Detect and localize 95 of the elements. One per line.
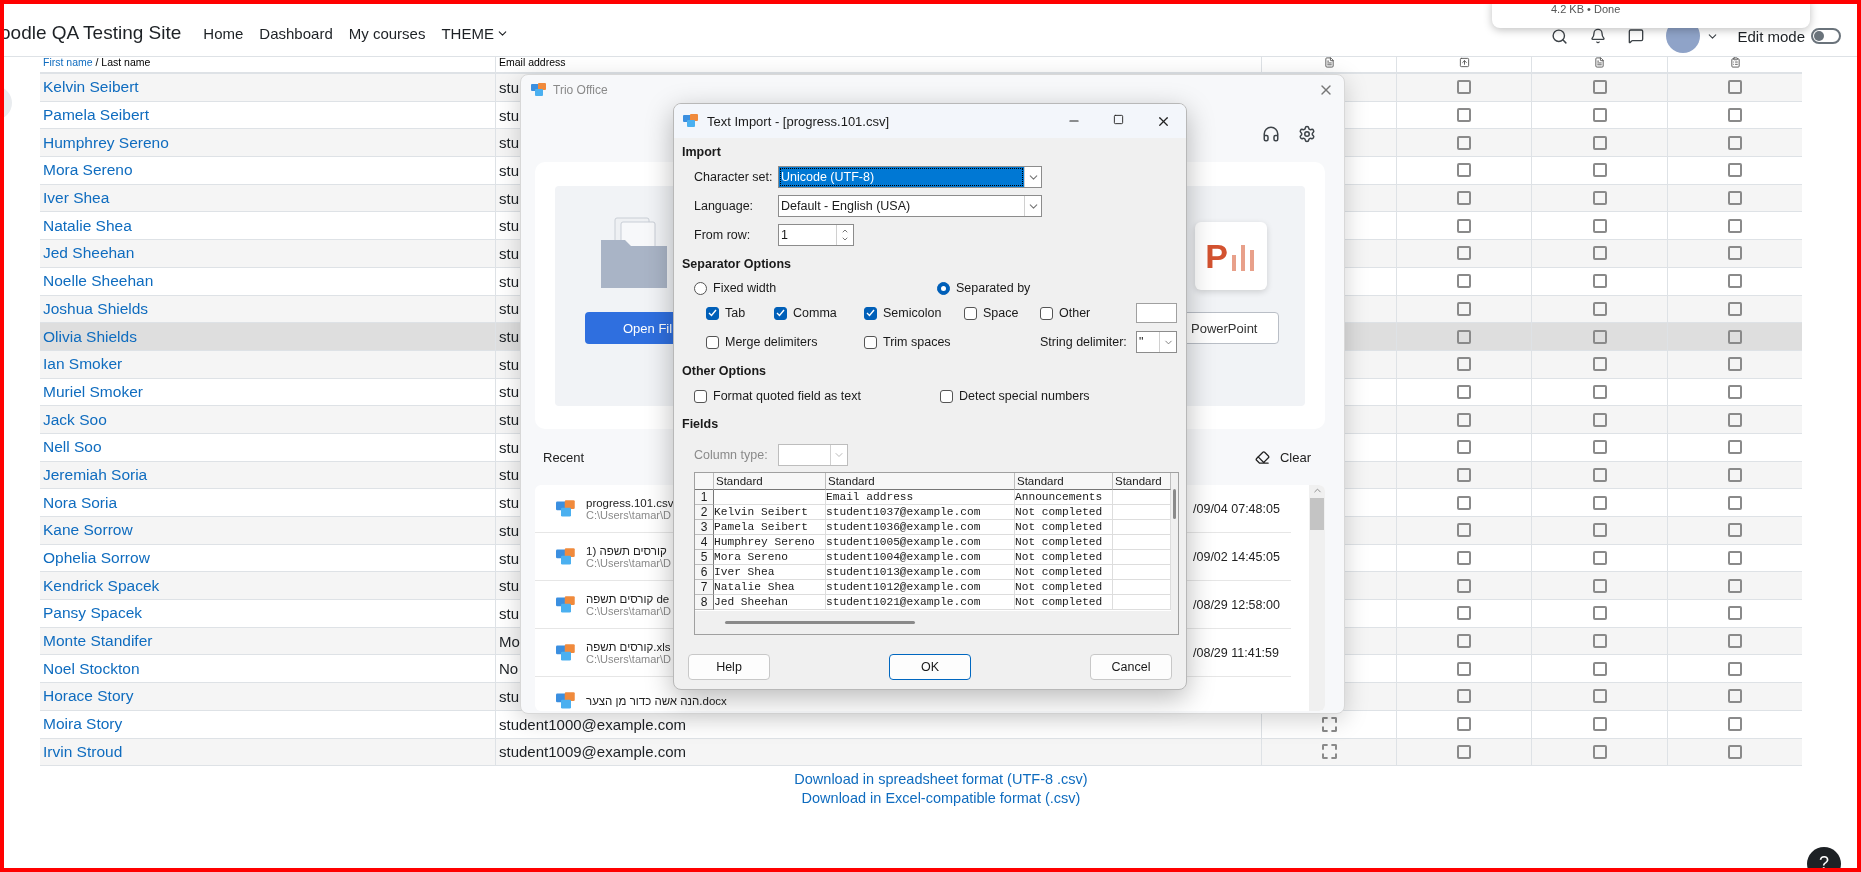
option-label: Fixed width: [713, 281, 777, 295]
email-text: stu: [499, 494, 519, 512]
dialog-title: Text Import - [progress.101.csv]: [707, 113, 890, 129]
email-text: stu: [499, 300, 519, 318]
option-label: Trim spaces: [883, 335, 951, 349]
option-label: Space: [983, 306, 1019, 320]
file-name: הנה אשה כדור מן הצער.docx: [586, 694, 727, 707]
table-cell: student1037@example.com: [826, 505, 1015, 520]
email-text: stu: [499, 217, 519, 235]
section-heading: Other Options: [682, 363, 768, 380]
section-heading: Separator Options: [682, 256, 793, 273]
option-label: Format quoted field as text: [713, 389, 861, 403]
file-time: /08/29 12:58:00: [1193, 597, 1280, 612]
file-path: C:\Users\tamar\D: [586, 508, 671, 521]
file-name: קורסים תשפה de: [586, 592, 671, 605]
table-cell: Not completed: [1015, 595, 1113, 610]
table-cell: student1004@example.com: [826, 550, 1015, 565]
option-label: Comma: [793, 306, 837, 320]
table-cell: Iver Shea: [714, 565, 826, 580]
email-text: stu: [499, 106, 519, 124]
file-path: C:\Users\tamar\D: [586, 652, 671, 665]
email-text: stu: [499, 466, 519, 484]
email-text: student1000@example.com: [499, 715, 686, 733]
table-cell: Mora Sereno: [714, 550, 826, 565]
email-text: stu: [499, 687, 519, 705]
file-name: קורסים תשפה (1: [586, 544, 668, 557]
file-time: /09/04 07:48:05: [1193, 501, 1280, 516]
row-number: 3: [695, 520, 714, 535]
row-number: 6: [695, 565, 714, 580]
email-text: stu: [499, 134, 519, 152]
email-text: No: [499, 660, 519, 678]
option-label: Merge delimiters: [725, 335, 818, 349]
email-text: stu: [499, 604, 519, 622]
email-text: Mo: [499, 632, 520, 650]
email-text: stu: [499, 549, 519, 567]
email-text: stu: [499, 521, 519, 539]
table-cell: Pamela Seibert: [714, 520, 826, 535]
table-cell: Not completed: [1015, 520, 1113, 535]
table-cell: Kelvin Seibert: [714, 505, 826, 520]
table-cell: Natalie Shea: [714, 580, 826, 595]
download-status: 4.2 KB • Done: [1551, 3, 1621, 15]
recent-label: Recent: [543, 449, 585, 465]
section-heading: Import: [682, 144, 722, 161]
file-path: C:\Users\tamar\D: [586, 556, 671, 569]
table-cell: student1021@example.com: [826, 595, 1015, 610]
email-text: stu: [499, 161, 519, 179]
table-cell: Jed Sheehan: [714, 595, 826, 610]
email-text: stu: [499, 577, 519, 595]
table-cell: Email address: [826, 490, 1015, 505]
table-cell: Humphrey Sereno: [714, 535, 826, 550]
row-number: 2: [695, 505, 714, 520]
section-heading: Fields: [682, 416, 720, 433]
table-cell: student1013@example.com: [826, 565, 1015, 580]
email-text: stu: [499, 438, 519, 456]
option-label: Tab: [725, 306, 746, 320]
table-cell: student1012@example.com: [826, 580, 1015, 595]
table-cell: Not completed: [1015, 565, 1113, 580]
email-text: stu: [499, 244, 519, 262]
row-number: 8: [695, 595, 714, 610]
file-name: קורסים תשפה.xls: [586, 640, 671, 653]
field-label: Column type:: [694, 448, 769, 462]
email-text: stu: [499, 411, 519, 429]
email-text: stu: [499, 328, 519, 346]
field-label: Language:: [694, 199, 755, 213]
table-cell: Not completed: [1015, 535, 1113, 550]
email-text: student1009@example.com: [499, 743, 686, 761]
table-cell: Not completed: [1015, 550, 1113, 565]
window-title: Trio Office: [553, 83, 608, 97]
file-name: progress.101.csv: [586, 496, 674, 509]
option-label: Separated by: [956, 281, 1031, 295]
email-text: stu: [499, 189, 519, 207]
row-number: 1: [695, 490, 714, 505]
table-cell: Announcements: [1015, 490, 1113, 505]
file-time: /08/29 11:41:59: [1193, 645, 1279, 660]
row-number: 5: [695, 550, 714, 565]
file-time: /09/02 14:45:05: [1193, 549, 1280, 564]
email-text: stu: [499, 355, 519, 373]
table-cell: Not completed: [1015, 505, 1113, 520]
edit-mode-label: Edit mode: [1737, 27, 1805, 45]
table-cell: student1036@example.com: [826, 520, 1015, 535]
file-path: C:\Users\tamar\D: [586, 604, 671, 617]
tile-letter: P: [1205, 236, 1228, 276]
row-number: 4: [695, 535, 714, 550]
field-label: From row:: [694, 228, 752, 242]
table-cell: Not completed: [1015, 580, 1113, 595]
option-label: Detect special numbers: [959, 389, 1090, 403]
table-cell: student1005@example.com: [826, 535, 1015, 550]
email-text: stu: [499, 272, 519, 290]
email-text: stu: [499, 78, 519, 96]
field-label: Character set:: [694, 170, 774, 184]
field-label: String delimiter:: [1040, 335, 1128, 349]
row-number: 7: [695, 580, 714, 595]
option-label: Semicolon: [883, 306, 942, 320]
option-label: Other: [1059, 306, 1091, 320]
email-text: stu: [499, 383, 519, 401]
